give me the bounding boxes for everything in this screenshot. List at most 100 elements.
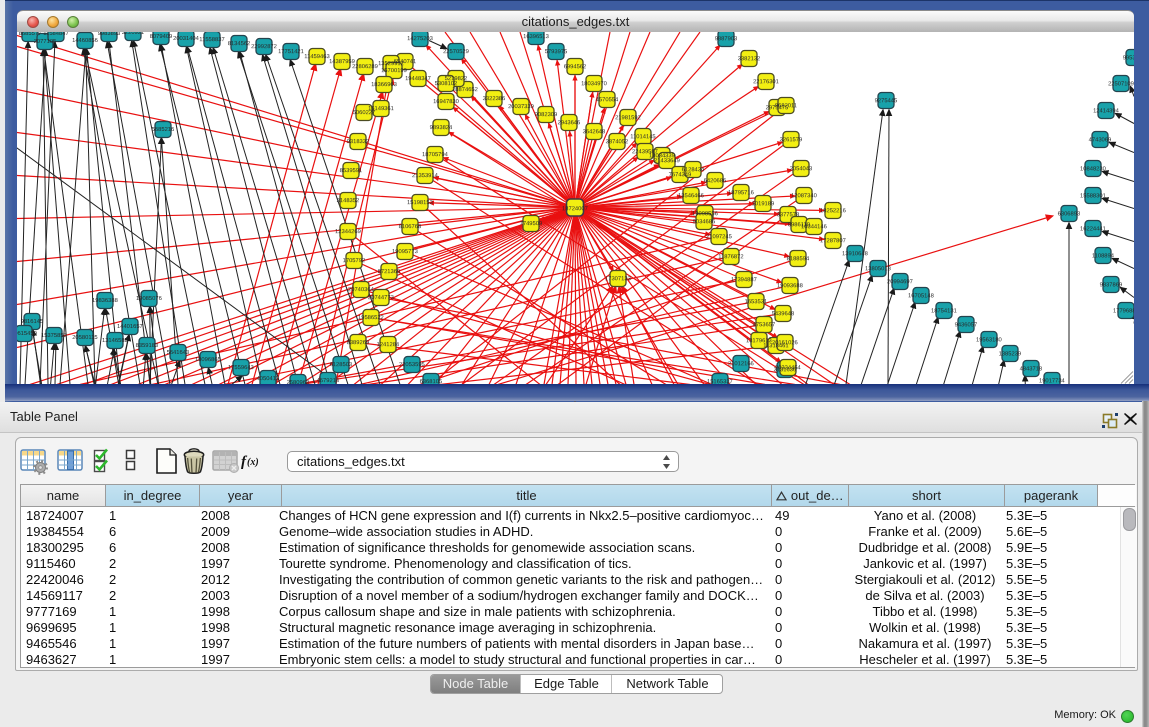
svg-text:22176301: 22176301 bbox=[753, 79, 779, 85]
svg-text:3261579: 3261579 bbox=[780, 137, 803, 143]
svg-text:6128434: 6128434 bbox=[682, 167, 705, 173]
svg-text:19586522: 19586522 bbox=[358, 315, 384, 321]
svg-text:11459463: 11459463 bbox=[304, 54, 329, 60]
svg-text:15588301: 15588301 bbox=[1080, 193, 1106, 199]
svg-text:8539591: 8539591 bbox=[340, 168, 363, 174]
svg-text:14401657: 14401657 bbox=[117, 324, 143, 330]
svg-text:17307133: 17307133 bbox=[605, 276, 631, 282]
svg-text:12087340: 12087340 bbox=[791, 193, 817, 199]
svg-text:11558837: 11558837 bbox=[199, 37, 224, 43]
svg-text:20994697: 20994697 bbox=[887, 279, 913, 285]
svg-text:18034970: 18034970 bbox=[581, 81, 607, 87]
svg-text:9837869: 9837869 bbox=[1100, 282, 1123, 288]
svg-text:4679214: 4679214 bbox=[317, 378, 340, 384]
svg-text:3874052: 3874052 bbox=[606, 139, 629, 145]
svg-text:9887903: 9887903 bbox=[715, 36, 738, 42]
svg-text:6368105: 6368105 bbox=[420, 379, 443, 384]
svg-text:20580115: 20580115 bbox=[72, 335, 97, 341]
svg-text:13529912: 13529912 bbox=[378, 61, 404, 67]
svg-text:6420686: 6420686 bbox=[704, 178, 727, 184]
svg-text:1705792: 1705792 bbox=[343, 258, 366, 264]
svg-text:19563180: 19563180 bbox=[976, 337, 1002, 343]
svg-text:5439648: 5439648 bbox=[772, 311, 795, 317]
svg-text:7749509: 7749509 bbox=[520, 221, 543, 227]
svg-text:21981592: 21981592 bbox=[615, 115, 641, 121]
svg-text:11876872: 11876872 bbox=[718, 254, 743, 260]
svg-text:9816145: 9816145 bbox=[21, 319, 44, 325]
svg-text:15165337: 15165337 bbox=[707, 379, 733, 384]
svg-text:3642648: 3642648 bbox=[583, 129, 606, 135]
svg-text:19098556: 19098556 bbox=[692, 211, 718, 217]
svg-text:3382132: 3382132 bbox=[738, 56, 761, 62]
svg-text:9318332: 9318332 bbox=[347, 139, 370, 145]
svg-text:5685216: 5685216 bbox=[152, 127, 175, 133]
svg-text:18096865: 18096865 bbox=[195, 357, 221, 363]
svg-text:16705148: 16705148 bbox=[908, 293, 934, 299]
svg-text:5308102: 5308102 bbox=[435, 81, 458, 87]
svg-text:9034686: 9034686 bbox=[693, 219, 716, 225]
svg-text:15700199: 15700199 bbox=[381, 68, 407, 74]
svg-text:9082309: 9082309 bbox=[535, 112, 558, 118]
svg-text:4753657: 4753657 bbox=[753, 322, 776, 328]
svg-text:14460856: 14460856 bbox=[72, 38, 98, 44]
svg-text:20740364: 20740364 bbox=[348, 287, 375, 293]
svg-text:18252216: 18252216 bbox=[820, 208, 846, 214]
svg-text:22053595: 22053595 bbox=[399, 362, 425, 368]
svg-text:21433649: 21433649 bbox=[654, 158, 680, 164]
svg-text:8685577: 8685577 bbox=[19, 32, 42, 37]
svg-text:14275203: 14275203 bbox=[407, 36, 433, 42]
svg-text:9893824: 9893824 bbox=[430, 125, 453, 131]
svg-text:11014145: 11014145 bbox=[630, 134, 655, 140]
svg-text:20031404: 20031404 bbox=[173, 36, 200, 42]
svg-text:17559643: 17559643 bbox=[228, 365, 254, 371]
svg-text:18795716: 18795716 bbox=[728, 190, 754, 196]
svg-text:20744773: 20744773 bbox=[368, 295, 394, 301]
svg-text:19093688: 19093688 bbox=[777, 283, 803, 289]
svg-text:8079409: 8079409 bbox=[150, 34, 173, 40]
svg-text:18724007: 18724007 bbox=[562, 206, 588, 212]
svg-text:4050413: 4050413 bbox=[257, 376, 280, 382]
svg-text:13146585: 13146585 bbox=[102, 338, 128, 344]
svg-text:3220921: 3220921 bbox=[122, 32, 145, 36]
svg-text:10344146: 10344146 bbox=[801, 224, 827, 230]
svg-text:8682011: 8682011 bbox=[775, 103, 797, 109]
svg-text:15198153: 15198153 bbox=[407, 200, 433, 206]
svg-text:19836388: 19836388 bbox=[92, 298, 118, 304]
svg-text:1241284: 1241284 bbox=[377, 342, 400, 348]
svg-text:6994562: 6994562 bbox=[564, 64, 587, 70]
svg-text:4570554: 4570554 bbox=[596, 97, 619, 103]
svg-text:18366963: 18366963 bbox=[371, 82, 397, 88]
svg-text:8134562: 8134562 bbox=[228, 41, 251, 47]
svg-text:4743069: 4743069 bbox=[1089, 137, 1112, 143]
svg-text:20615450: 20615450 bbox=[17, 331, 37, 337]
svg-text:3377578: 3377578 bbox=[777, 212, 800, 218]
svg-text:22570529: 22570529 bbox=[443, 49, 469, 55]
svg-text:16224441: 16224441 bbox=[1080, 226, 1106, 232]
svg-text:12414394: 12414394 bbox=[1093, 108, 1120, 114]
svg-text:22806289: 22806289 bbox=[352, 64, 378, 70]
svg-text:19017734: 19017734 bbox=[1039, 378, 1066, 384]
svg-text:18874652: 18874652 bbox=[452, 87, 478, 93]
svg-text:22507109: 22507109 bbox=[1108, 81, 1134, 87]
svg-text:4843718: 4843718 bbox=[1020, 366, 1043, 372]
svg-text:8721369: 8721369 bbox=[378, 269, 401, 275]
svg-text:13546466: 13546466 bbox=[678, 193, 704, 199]
svg-text:20037339: 20037339 bbox=[508, 104, 534, 110]
svg-text:1385239: 1385239 bbox=[999, 351, 1022, 357]
svg-text:13805018: 13805018 bbox=[865, 266, 891, 272]
svg-text:8188594: 8188594 bbox=[787, 256, 810, 262]
svg-text:5641643: 5641643 bbox=[167, 350, 190, 356]
svg-text:9953167: 9953167 bbox=[1123, 55, 1134, 61]
svg-text:9436057: 9436057 bbox=[955, 322, 978, 328]
svg-text:22992872: 22992872 bbox=[251, 44, 277, 50]
svg-text:18754131: 18754131 bbox=[931, 308, 957, 314]
svg-text:18705794: 18705794 bbox=[422, 152, 449, 158]
svg-text:2943646: 2943646 bbox=[558, 120, 581, 126]
svg-text:2054043: 2054043 bbox=[790, 166, 813, 172]
svg-text:9983893: 9983893 bbox=[98, 32, 121, 37]
svg-text:21097245: 21097245 bbox=[706, 234, 732, 240]
svg-text:20161026: 20161026 bbox=[772, 340, 798, 346]
svg-text:16396513: 16396513 bbox=[523, 34, 549, 40]
svg-text:15375853: 15375853 bbox=[41, 333, 67, 339]
svg-text:6306893: 6306893 bbox=[1058, 211, 1081, 217]
